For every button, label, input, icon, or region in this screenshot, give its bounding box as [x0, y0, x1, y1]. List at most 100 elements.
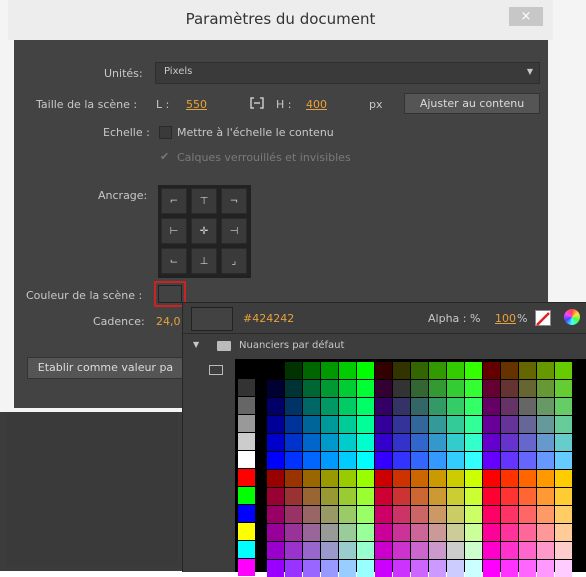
palette-swatch[interactable]: [447, 488, 464, 505]
palette-swatch[interactable]: [429, 470, 446, 487]
palette-swatch[interactable]: [321, 362, 338, 379]
palette-swatch[interactable]: [357, 362, 374, 379]
palette-swatch[interactable]: [285, 398, 302, 415]
palette-swatch[interactable]: [393, 362, 410, 379]
palette-swatch[interactable]: [519, 542, 536, 559]
palette-swatch[interactable]: [483, 362, 500, 379]
palette-swatch[interactable]: [321, 380, 338, 397]
palette-swatch[interactable]: [267, 542, 284, 559]
palette-swatch[interactable]: [465, 434, 482, 451]
palette-swatch[interactable]: [285, 452, 302, 469]
anchor-middle-right[interactable]: ⊣: [221, 218, 247, 244]
gray-swatch[interactable]: [238, 397, 255, 414]
palette-swatch[interactable]: [375, 452, 392, 469]
palette-swatch[interactable]: [321, 452, 338, 469]
palette-swatch[interactable]: [411, 524, 428, 541]
palette-swatch[interactable]: [429, 398, 446, 415]
palette-swatch[interactable]: [411, 506, 428, 523]
palette-swatch[interactable]: [411, 416, 428, 433]
palette-swatch[interactable]: [375, 380, 392, 397]
palette-swatch[interactable]: [303, 434, 320, 451]
anchor-middle-left[interactable]: ⊢: [161, 218, 187, 244]
palette-swatch[interactable]: [321, 398, 338, 415]
palette-swatch[interactable]: [267, 434, 284, 451]
palette-swatch[interactable]: [429, 452, 446, 469]
scale-checkbox[interactable]: [159, 126, 172, 139]
primary-swatch[interactable]: [238, 505, 255, 522]
anchor-bottom-center[interactable]: ⊥: [191, 248, 217, 274]
palette-swatch[interactable]: [375, 362, 392, 379]
palette-swatch[interactable]: [375, 488, 392, 505]
palette-swatch[interactable]: [447, 506, 464, 523]
palette-swatch[interactable]: [465, 524, 482, 541]
palette-swatch[interactable]: [375, 524, 392, 541]
palette-swatch[interactable]: [537, 398, 554, 415]
palette-swatch[interactable]: [483, 542, 500, 559]
palette-swatch[interactable]: [357, 488, 374, 505]
palette-swatch[interactable]: [465, 452, 482, 469]
palette-swatch[interactable]: [375, 560, 392, 577]
palette-swatch[interactable]: [267, 380, 284, 397]
palette-swatch[interactable]: [555, 560, 572, 577]
palette-swatch[interactable]: [285, 362, 302, 379]
palette-swatch[interactable]: [339, 380, 356, 397]
palette-swatch[interactable]: [393, 452, 410, 469]
palette-swatch[interactable]: [465, 488, 482, 505]
anchor-bottom-right[interactable]: ⌟: [221, 248, 247, 274]
palette-swatch[interactable]: [447, 452, 464, 469]
palette-swatch[interactable]: [375, 434, 392, 451]
palette-swatch[interactable]: [303, 398, 320, 415]
palette-swatch[interactable]: [501, 416, 518, 433]
palette-swatch[interactable]: [501, 506, 518, 523]
palette-swatch[interactable]: [303, 362, 320, 379]
palette-swatch[interactable]: [339, 362, 356, 379]
palette-swatch[interactable]: [357, 542, 374, 559]
palette-swatch[interactable]: [393, 560, 410, 577]
palette-swatch[interactable]: [555, 470, 572, 487]
palette-swatch[interactable]: [447, 470, 464, 487]
palette-swatch[interactable]: [339, 452, 356, 469]
palette-swatch[interactable]: [519, 506, 536, 523]
palette-swatch[interactable]: [429, 362, 446, 379]
palette-swatch[interactable]: [267, 470, 284, 487]
palette-swatch[interactable]: [393, 380, 410, 397]
palette-swatch[interactable]: [537, 362, 554, 379]
palette-swatch[interactable]: [303, 524, 320, 541]
palette-swatch[interactable]: [519, 380, 536, 397]
palette-swatch[interactable]: [411, 434, 428, 451]
palette-swatch[interactable]: [321, 524, 338, 541]
no-color-icon[interactable]: [535, 310, 551, 326]
width-input[interactable]: 550: [186, 98, 207, 111]
palette-swatch[interactable]: [465, 416, 482, 433]
palette-swatch[interactable]: [555, 452, 572, 469]
palette-swatch[interactable]: [429, 560, 446, 577]
palette-swatch[interactable]: [357, 470, 374, 487]
palette-swatch[interactable]: [339, 398, 356, 415]
palette-swatch[interactable]: [303, 416, 320, 433]
palette-swatch[interactable]: [429, 542, 446, 559]
palette-swatch[interactable]: [483, 524, 500, 541]
palette-swatch[interactable]: [303, 560, 320, 577]
palette-swatch[interactable]: [411, 470, 428, 487]
palette-swatch[interactable]: [429, 380, 446, 397]
palette-swatch[interactable]: [465, 362, 482, 379]
palette-swatch[interactable]: [465, 380, 482, 397]
palette-swatch[interactable]: [393, 524, 410, 541]
palette-swatch[interactable]: [285, 506, 302, 523]
palette-swatch[interactable]: [393, 398, 410, 415]
palette-swatch[interactable]: [519, 416, 536, 433]
palette-swatch[interactable]: [483, 398, 500, 415]
palette-swatch[interactable]: [321, 488, 338, 505]
gray-swatch[interactable]: [238, 451, 255, 468]
set-default-button[interactable]: Etablir comme valeur pa: [27, 357, 184, 379]
alpha-input[interactable]: 100: [495, 312, 516, 325]
palette-swatch[interactable]: [375, 542, 392, 559]
palette-swatch[interactable]: [267, 524, 284, 541]
palette-swatch[interactable]: [267, 416, 284, 433]
palette-swatch[interactable]: [501, 470, 518, 487]
palette-swatch[interactable]: [519, 398, 536, 415]
palette-swatch[interactable]: [411, 542, 428, 559]
palette-swatch[interactable]: [321, 470, 338, 487]
palette-swatch[interactable]: [537, 452, 554, 469]
stage-color-swatch[interactable]: [158, 285, 182, 303]
